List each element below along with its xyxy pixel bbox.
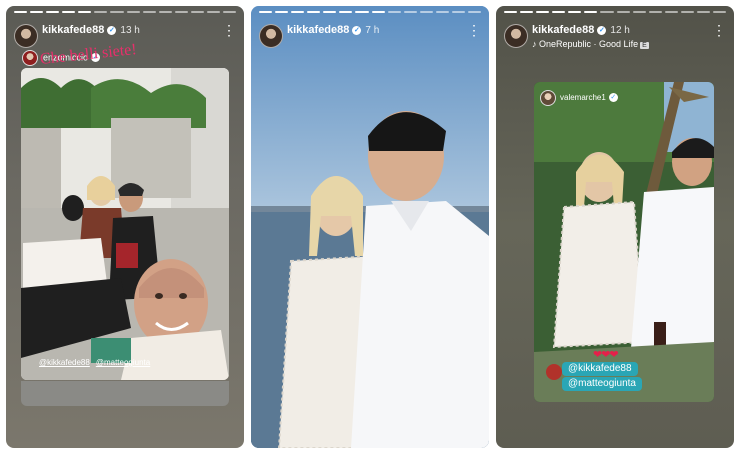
progress-bars — [504, 11, 727, 14]
verified-badge-icon: ✓ — [608, 93, 618, 103]
verified-badge-icon: ✓ — [352, 26, 362, 35]
progress-bars — [14, 11, 237, 14]
avatar[interactable] — [259, 24, 283, 48]
music-note-icon: ♪ — [532, 39, 537, 49]
reshared-story-card[interactable] — [534, 82, 714, 402]
music-track[interactable]: ♪ OneRepublic · Good Life E — [532, 39, 649, 49]
story-header: kikkafede88 ✓ 7 h ⋮ — [259, 20, 481, 54]
username[interactable]: kikkafede88 ✓ 12 h — [532, 24, 630, 36]
reshare-source[interactable]: valemarche1 ✓ — [540, 90, 618, 106]
story-card-2[interactable]: kikkafede88 ✓ 7 h ⋮ — [251, 6, 489, 448]
username[interactable]: kikkafede88 ✓ 7 h — [287, 24, 379, 36]
mention-tag[interactable]: @matteogiunta — [562, 377, 642, 391]
hearts-sticker: ❤❤❤ — [593, 349, 619, 361]
avatar[interactable] — [504, 24, 528, 48]
timestamp: 13 h — [120, 25, 140, 36]
story-header: kikkafede88 ✓ 12 h ♪ OneRepublic · Good Li… — [504, 20, 726, 54]
more-options-icon[interactable]: ⋮ — [712, 22, 726, 39]
avatar[interactable] — [14, 24, 38, 48]
username[interactable]: kikkafede88 ✓ 13 h — [42, 24, 140, 36]
reshare-avatar — [22, 50, 38, 66]
more-options-icon[interactable]: ⋮ — [222, 22, 236, 39]
mention-tags: @kikkafede88 @matteogiunta — [39, 358, 156, 367]
garden-party-photo — [534, 82, 714, 402]
timestamp: 12 h — [610, 25, 630, 36]
group-selfie-photo — [21, 68, 229, 380]
story-card-1[interactable]: kikkafede88 ✓ 13 h ⋮ enzomiccio ✓ Che be… — [6, 6, 244, 448]
story-card-3[interactable]: kikkafede88 ✓ 12 h ♪ OneRepublic · Good Li… — [496, 6, 734, 448]
more-options-icon[interactable]: ⋮ — [467, 22, 481, 39]
mention-tag[interactable]: @matteogiunta — [96, 358, 150, 367]
story-photo — [21, 68, 229, 380]
explicit-badge: E — [640, 42, 649, 49]
reshare-avatar — [540, 90, 556, 106]
progress-bars — [259, 11, 482, 14]
mention-tag[interactable]: @kikkafede88 — [562, 362, 638, 376]
couple-at-sea-photo — [251, 6, 489, 448]
mention-tag[interactable]: @kikkafede88 — [39, 358, 90, 367]
verified-badge-icon: ✓ — [597, 26, 607, 35]
timestamp: 7 h — [365, 25, 380, 36]
story-footer-band — [21, 381, 229, 406]
verified-badge-icon: ✓ — [107, 26, 117, 35]
